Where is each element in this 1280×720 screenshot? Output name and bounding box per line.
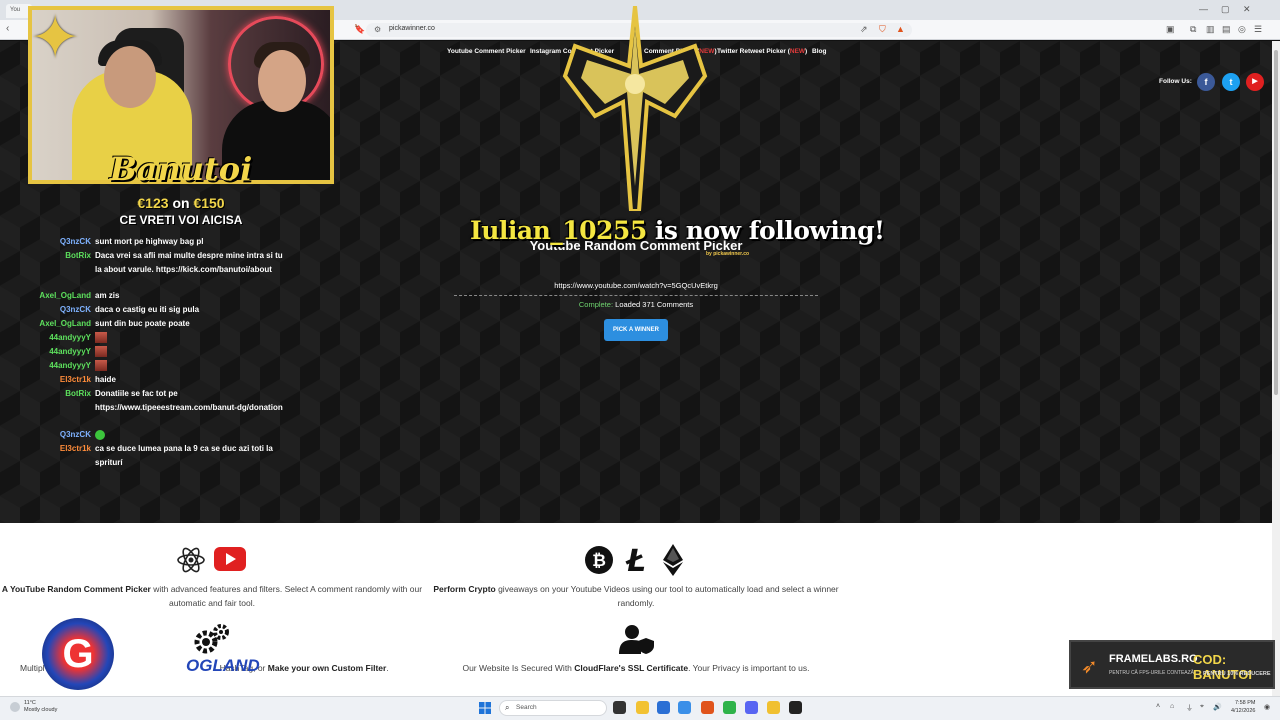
windows-start-icon[interactable] [479,702,491,714]
streamer-name: Banutoi [109,150,253,188]
brave-shield-icon[interactable]: ⛉ [879,24,886,35]
picker-byline: by pickawinner.co [706,251,750,257]
follow-us-label: Follow Us: [1159,78,1192,85]
youtube-icon[interactable]: ▶ [1246,73,1264,91]
store-icon[interactable] [657,701,670,714]
volume-icon[interactable]: 🔊 [1213,703,1222,711]
rocket-icon: ➶ [1081,656,1098,678]
url-underline [454,295,818,296]
tray-app-icon[interactable]: ⌂ [1170,703,1174,710]
edge-icon[interactable] [678,701,691,714]
youtube-logo-icon [214,547,246,571]
sponsor-brand: FRAMELABS.RO [1109,653,1198,665]
litecoin-icon: Ł [625,544,646,576]
url-text[interactable]: pickawinner.co [389,25,435,32]
twitter-icon[interactable]: t [1222,73,1240,91]
feature-security: Our Website Is Secured With CloudFlare's… [462,663,810,673]
facebook-icon[interactable]: f [1197,73,1215,91]
vpn-icon[interactable]: ◎ [1238,24,1246,35]
g-team-logo: G [42,618,114,690]
tray-chevron-icon[interactable]: ˄ [1156,703,1160,710]
network-icon[interactable]: ⌖ [1200,703,1204,711]
extensions-icon[interactable]: ⧉ [1190,24,1196,35]
feature-youtube-picker: A YouTube Random Comment Picker with adv… [1,584,423,608]
task-view-icon[interactable] [613,701,626,714]
file-explorer-icon[interactable] [636,701,649,714]
sponsor-discount: PENTRU 10% REDUCERE [1203,671,1271,677]
feature-crypto: Perform Crypto giveaways on your Youtube… [433,584,839,608]
back-icon[interactable]: ‹ [6,23,9,34]
react-icon [177,547,205,573]
weather-icon[interactable] [10,702,20,712]
rockstar-icon[interactable] [767,701,780,714]
rewards-icon[interactable]: ▲ [896,24,905,34]
wallet-icon[interactable]: ▤ [1222,24,1231,35]
weather-widget[interactable]: 11°C Mostly cloudy [24,700,57,714]
svg-text:₿: ₿ [592,551,606,571]
maximize-icon[interactable]: ▢ [1221,4,1230,15]
menu-icon[interactable]: ☰ [1254,24,1262,35]
ethereum-icon [663,544,683,576]
goal-subtitle: CE VRETI VOI AICISA [119,213,243,227]
cross-logo-overlay [562,6,708,211]
notification-icon[interactable]: ◉ [1264,703,1270,711]
bitcoin-icon: ₿ [585,546,613,574]
follower-alert: Iulian_10255 is now following! [470,216,885,245]
share-icon[interactable]: ⇗ [860,24,868,35]
emote-icon [95,429,105,440]
app-icon[interactable] [723,701,736,714]
scrollbar-thumb[interactable] [1274,50,1278,395]
load-status: Complete: Loaded 371 Comments [578,300,694,309]
svg-text:Ł: Ł [625,544,646,576]
close-icon[interactable]: ✕ [1243,4,1251,15]
emote-icon [95,360,107,372]
nav-twitter-retweet-picker[interactable]: Twitter Retweet Picker (NEW) [717,48,807,55]
sponsor-code: COD: BANUTOI [1193,652,1252,682]
star-icon: ✦ [30,4,81,71]
sponsor-tagline: PENTRU CĂ FPS-URILE CONTEAZĂ [1109,670,1195,676]
minimize-icon[interactable]: — [1199,4,1208,14]
donation-goal: €123 on €150 [137,195,225,211]
sidebar-icon[interactable]: ▣ [1166,24,1175,35]
search-icon: ⌕ [505,703,510,712]
nav-youtube-comment-picker[interactable]: Youtube Comment Picker [447,48,526,55]
brave-icon[interactable] [701,701,714,714]
tray-usb-icon[interactable]: ⏚ [1186,703,1193,713]
search-placeholder[interactable]: Search [516,704,537,711]
emote-icon [95,332,107,344]
nav-blog[interactable]: Blog [812,48,826,55]
taskbar-clock[interactable]: 7:58 PM 4/12/2026 [1231,700,1255,715]
secure-user-icon [619,625,654,654]
pick-a-winner-button[interactable]: PICK A WINNER [604,319,668,341]
bookmark-icon[interactable]: 🔖 [354,24,365,35]
split-view-icon[interactable]: ▥ [1206,24,1215,35]
obs-icon[interactable] [789,701,802,714]
sponsor-banner: ➶ FRAMELABS.RO PENTRU CĂ FPS-URILE CONTE… [1069,640,1275,689]
gears-icon [194,624,229,654]
site-info-icon[interactable]: ⚙ [374,25,381,34]
emote-icon [95,346,107,358]
video-url-input[interactable]: https://www.youtube.com/watch?v=5GQcUvEt… [454,281,818,290]
discord-icon[interactable] [745,701,758,714]
ogland-logo: OGLAND [186,656,260,675]
